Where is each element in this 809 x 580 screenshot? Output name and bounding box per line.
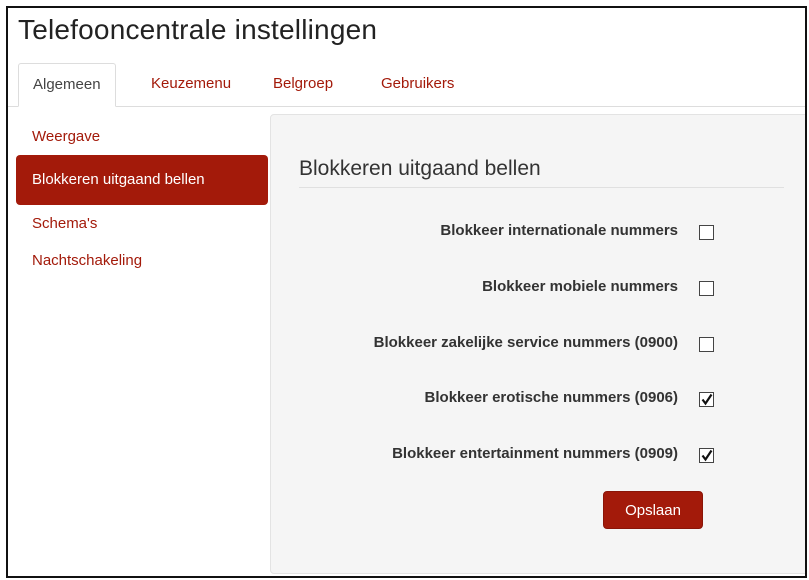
option-label: Blokkeer mobiele nummers [482,278,678,295]
tab-algemeen[interactable]: Algemeen [18,63,116,107]
entertainment-numbers-checkbox[interactable] [699,448,714,463]
tab-belgroep[interactable]: Belgroep [259,63,347,105]
form-row: Blokkeer internationale nummers [271,219,805,243]
tab-bar: Algemeen Keuzemenu Belgroep Gebruikers [8,63,805,107]
erotic-numbers-checkbox[interactable] [699,392,714,407]
sidebar: Weergave Blokkeren uitgaand bellen Schem… [16,118,268,279]
sidebar-item-blokkeren-uitgaand-bellen[interactable]: Blokkeren uitgaand bellen [16,155,268,205]
form-row: Blokkeer mobiele nummers [271,275,805,299]
save-button[interactable]: Opslaan [603,491,703,529]
option-label: Blokkeer erotische nummers (0906) [424,389,678,406]
form-row: Blokkeer zakelijke service nummers (0900… [271,331,805,355]
sidebar-item-weergave[interactable]: Weergave [16,118,268,155]
form-row: Blokkeer erotische nummers (0906) [271,386,805,410]
sidebar-item-schemas[interactable]: Schema's [16,205,268,242]
option-label: Blokkeer zakelijke service nummers (0900… [373,334,678,351]
tab-keuzemenu[interactable]: Keuzemenu [137,63,245,105]
international-numbers-checkbox[interactable] [699,225,714,240]
form-row: Blokkeer entertainment nummers (0909) [271,442,805,466]
settings-window: Telefooncentrale instellingen Algemeen K… [6,6,807,578]
mobile-numbers-checkbox[interactable] [699,281,714,296]
page-title: Telefooncentrale instellingen [18,14,378,45]
panel-title: Blokkeren uitgaand bellen [299,157,784,188]
sidebar-item-nachtschakeling[interactable]: Nachtschakeling [16,242,268,279]
tab-gebruikers[interactable]: Gebruikers [367,63,468,105]
option-label: Blokkeer entertainment nummers (0909) [392,445,678,462]
checkmark-icon [701,393,713,406]
checkmark-icon [701,449,713,462]
business-service-numbers-checkbox[interactable] [699,337,714,352]
settings-panel: Blokkeren uitgaand bellen Blokkeer inter… [270,114,805,574]
option-label: Blokkeer internationale nummers [440,222,678,239]
